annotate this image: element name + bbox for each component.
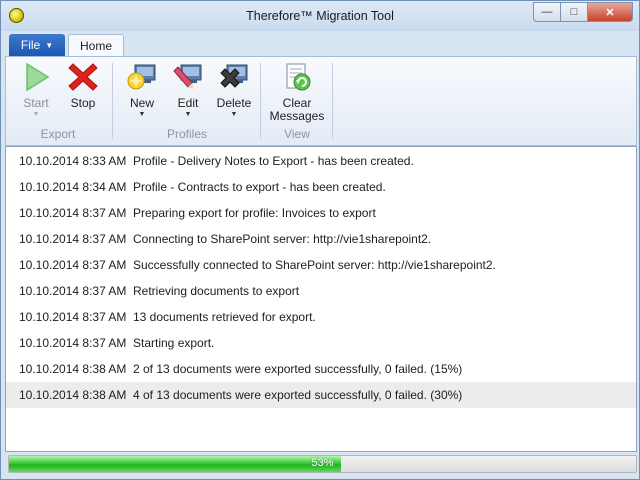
new-label: New	[129, 96, 154, 110]
minimize-button[interactable]: —	[533, 2, 561, 22]
log-row[interactable]: 10.10.2014 8:37 AM 13 documents retrieve…	[6, 304, 636, 330]
main-window: Therefore™ Migration Tool — □ ✕ File ▼ H…	[0, 0, 640, 480]
log-message: Successfully connected to SharePoint ser…	[133, 258, 496, 272]
ribbon-group-view: Clear Messages View	[262, 57, 332, 143]
ribbon-tab-row: File ▼ Home	[1, 31, 639, 57]
file-menu-label: File	[20, 38, 41, 52]
edit-profile-button[interactable]: Edit ▼	[166, 61, 210, 118]
clear-messages-button[interactable]: Clear Messages	[266, 61, 328, 123]
log-message: 13 documents retrieved for export.	[133, 310, 316, 324]
start-label: Start	[23, 96, 49, 110]
title-bar[interactable]: Therefore™ Migration Tool — □ ✕	[1, 1, 639, 31]
clear-messages-icon	[281, 61, 313, 93]
ribbon-separator	[112, 63, 113, 139]
chevron-down-icon: ▼	[45, 40, 54, 50]
tab-home[interactable]: Home	[68, 34, 124, 57]
log-timestamp: 10.10.2014 8:34 AM	[19, 180, 127, 194]
log-row[interactable]: 10.10.2014 8:34 AM Profile - Contracts t…	[6, 174, 636, 200]
log-row[interactable]: 10.10.2014 8:38 AM 2 of 13 documents wer…	[6, 356, 636, 382]
log-row[interactable]: 10.10.2014 8:37 AM Preparing export for …	[6, 200, 636, 226]
ribbon: Start ▼ Stop Export New ▼ Edit ▼ Delete …	[5, 56, 637, 146]
log-row[interactable]: 10.10.2014 8:37 AM Retrieving documents …	[6, 278, 636, 304]
new-profile-icon	[126, 61, 158, 93]
log-row[interactable]: 10.10.2014 8:37 AM Connecting to SharePo…	[6, 226, 636, 252]
log-timestamp: 10.10.2014 8:38 AM	[19, 388, 127, 402]
log-row-selected[interactable]: 10.10.2014 8:38 AM 4 of 13 documents wer…	[6, 382, 636, 408]
chevron-down-icon: ▼	[138, 111, 146, 118]
log-message: Profile - Contracts to export - has been…	[133, 180, 386, 194]
log-row[interactable]: 10.10.2014 8:37 AM Starting export.	[6, 330, 636, 356]
log-row[interactable]: 10.10.2014 8:33 AM Profile - Delivery No…	[6, 148, 636, 174]
log-timestamp: 10.10.2014 8:37 AM	[19, 232, 127, 246]
ribbon-group-export: Start ▼ Stop Export	[6, 57, 110, 143]
ribbon-separator	[332, 63, 333, 139]
log-timestamp: 10.10.2014 8:37 AM	[19, 336, 127, 350]
window-controls: — □ ✕	[533, 2, 633, 22]
start-button[interactable]: Start ▼	[16, 61, 56, 118]
file-menu-button[interactable]: File ▼	[9, 34, 65, 56]
log-row[interactable]: 10.10.2014 8:37 AM Successfully connecte…	[6, 252, 636, 278]
delete-label: Delete	[216, 96, 252, 110]
play-icon	[20, 61, 52, 93]
log-timestamp: 10.10.2014 8:37 AM	[19, 284, 127, 298]
log-message: Connecting to SharePoint server: http://…	[133, 232, 432, 246]
close-button[interactable]: ✕	[588, 2, 633, 22]
clear-messages-label: Clear Messages	[266, 97, 328, 123]
progress-percent: 53%	[311, 457, 334, 469]
group-label-export: Export	[40, 127, 76, 141]
clear-label-line2: Messages	[269, 109, 325, 123]
new-profile-button[interactable]: New ▼	[120, 61, 164, 118]
log-message: Preparing export for profile: Invoices t…	[133, 206, 376, 220]
log-timestamp: 10.10.2014 8:33 AM	[19, 154, 127, 168]
ribbon-group-profiles: New ▼ Edit ▼ Delete ▼ Profiles	[114, 57, 260, 143]
delete-profile-button[interactable]: Delete ▼	[212, 61, 256, 118]
log-message: Retrieving documents to export	[133, 284, 300, 298]
chevron-down-icon: ▼	[184, 111, 192, 118]
chevron-down-icon: ▼	[230, 111, 238, 118]
log-message: 2 of 13 documents were exported successf…	[133, 362, 463, 376]
log-timestamp: 10.10.2014 8:37 AM	[19, 310, 127, 324]
stop-x-icon	[67, 61, 99, 93]
stop-button[interactable]: Stop	[62, 61, 104, 110]
edit-label: Edit	[177, 96, 199, 110]
chevron-down-icon: ▼	[32, 111, 40, 118]
edit-profile-icon	[172, 61, 204, 93]
log-message: Starting export.	[133, 336, 215, 350]
ribbon-separator	[260, 63, 261, 139]
log-timestamp: 10.10.2014 8:38 AM	[19, 362, 127, 376]
log-message: Profile - Delivery Notes to Export - has…	[133, 154, 414, 168]
log-timestamp: 10.10.2014 8:37 AM	[19, 206, 127, 220]
log-timestamp: 10.10.2014 8:37 AM	[19, 258, 127, 272]
stop-label: Stop	[70, 96, 96, 110]
maximize-button[interactable]: □	[561, 2, 588, 22]
group-label-view: View	[284, 127, 310, 141]
message-log[interactable]: 10.10.2014 8:33 AM Profile - Delivery No…	[5, 146, 637, 452]
delete-profile-icon	[218, 61, 250, 93]
status-bar: 53%	[5, 453, 637, 475]
export-progress-bar: 53%	[8, 455, 637, 473]
log-message: 4 of 13 documents were exported successf…	[133, 388, 463, 402]
group-label-profiles: Profiles	[166, 127, 207, 141]
